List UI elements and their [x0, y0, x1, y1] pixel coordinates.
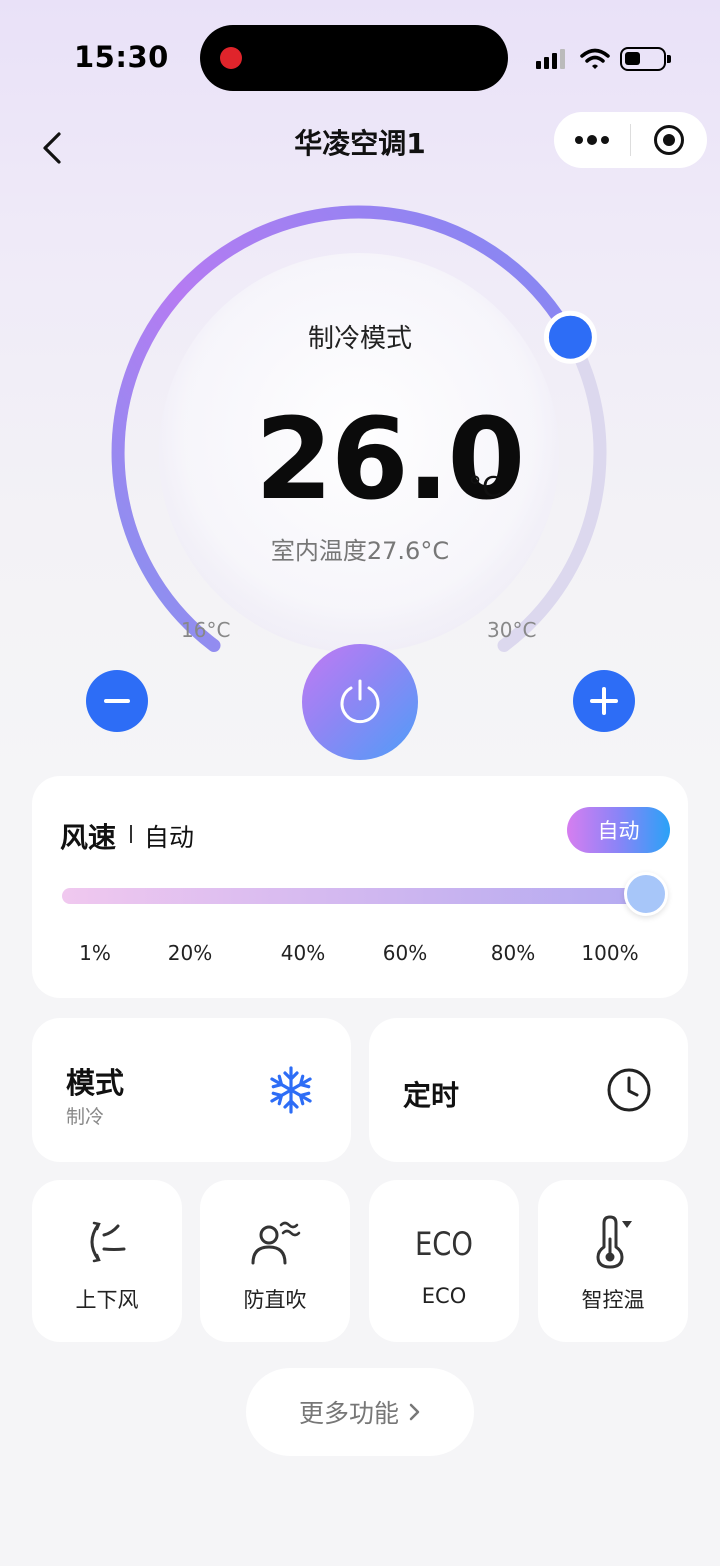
anti-direct-blow-icon — [251, 1221, 301, 1265]
minus-icon — [104, 699, 130, 703]
chevron-right-icon — [409, 1403, 420, 1421]
swing-icon — [90, 1221, 126, 1263]
fan-title-divider — [130, 825, 132, 843]
temperature-unit: °C — [468, 470, 502, 503]
timer-card-title: 定时 — [403, 1079, 460, 1112]
mini-program-capsule — [554, 112, 707, 168]
eco-icon: ECO — [415, 1225, 473, 1262]
indoor-temperature: 室内温度27.6°C — [270, 537, 450, 565]
increase-temp-button[interactable] — [573, 670, 635, 732]
function-eco-label: ECO — [421, 1284, 467, 1308]
close-miniprogram-button[interactable] — [631, 112, 707, 168]
fan-speed-value: 自动 — [144, 823, 195, 852]
fan-speed-tick: 80% — [490, 941, 536, 965]
recording-indicator-icon — [220, 47, 242, 69]
fan-speed-title: 风速 — [60, 821, 117, 854]
smart-thermometer-icon — [596, 1215, 632, 1269]
status-time: 15:30 — [74, 40, 169, 74]
fan-auto-button[interactable]: 自动 — [567, 807, 670, 853]
battery-icon — [620, 47, 671, 71]
function-eco[interactable]: ECO ECO — [369, 1180, 519, 1342]
mode-label: 制冷模式 — [307, 324, 412, 354]
status-icons — [536, 44, 671, 74]
mode-card-title: 模式 — [66, 1066, 125, 1100]
power-button[interactable] — [302, 644, 418, 760]
mode-card[interactable]: 模式 制冷 — [32, 1018, 351, 1162]
max-temp-label: 30°C — [487, 618, 537, 642]
timer-card[interactable]: 定时 — [369, 1018, 688, 1162]
decrease-temp-button[interactable] — [86, 670, 148, 732]
svg-text:ECO: ECO — [415, 1225, 473, 1262]
fan-speed-slider-thumb[interactable] — [624, 872, 668, 916]
dynamic-island — [200, 25, 508, 91]
set-temperature: 26.0 — [255, 395, 525, 525]
wifi-icon — [580, 48, 610, 69]
target-close-icon — [654, 125, 684, 155]
clock-icon — [607, 1068, 651, 1112]
power-icon — [340, 679, 380, 724]
snowflake-icon — [270, 1066, 312, 1114]
plus-icon — [590, 687, 618, 715]
fan-speed-tick: 60% — [382, 941, 428, 965]
mode-card-subtitle: 制冷 — [66, 1106, 105, 1128]
function-anti-direct-blow[interactable]: 防直吹 — [200, 1180, 350, 1342]
function-swing[interactable]: 上下风 — [32, 1180, 182, 1342]
fan-speed-card: 风速 自动 自动 1% 20% 40% 60% 80% 100% — [32, 776, 688, 998]
function-swing-label: 上下风 — [75, 1288, 139, 1312]
fan-speed-slider[interactable] — [62, 888, 642, 904]
fan-speed-tick: 40% — [280, 941, 326, 965]
fan-speed-tick: 100% — [581, 941, 639, 965]
fan-speed-tick: 20% — [167, 941, 213, 965]
fan-speed-tick: 1% — [79, 941, 111, 965]
function-smart-temp[interactable]: 智控温 — [538, 1180, 688, 1342]
cellular-signal-icon — [536, 49, 565, 69]
more-functions-button[interactable]: 更多功能 — [246, 1368, 474, 1456]
function-smart-temp-label: 智控温 — [581, 1288, 645, 1312]
min-temp-label: 16°C — [181, 618, 231, 642]
more-dots-icon — [575, 135, 609, 145]
more-options-button[interactable] — [554, 112, 630, 168]
function-anti-direct-blow-label: 防直吹 — [243, 1288, 307, 1312]
more-functions-label: 更多功能 — [298, 1399, 399, 1428]
